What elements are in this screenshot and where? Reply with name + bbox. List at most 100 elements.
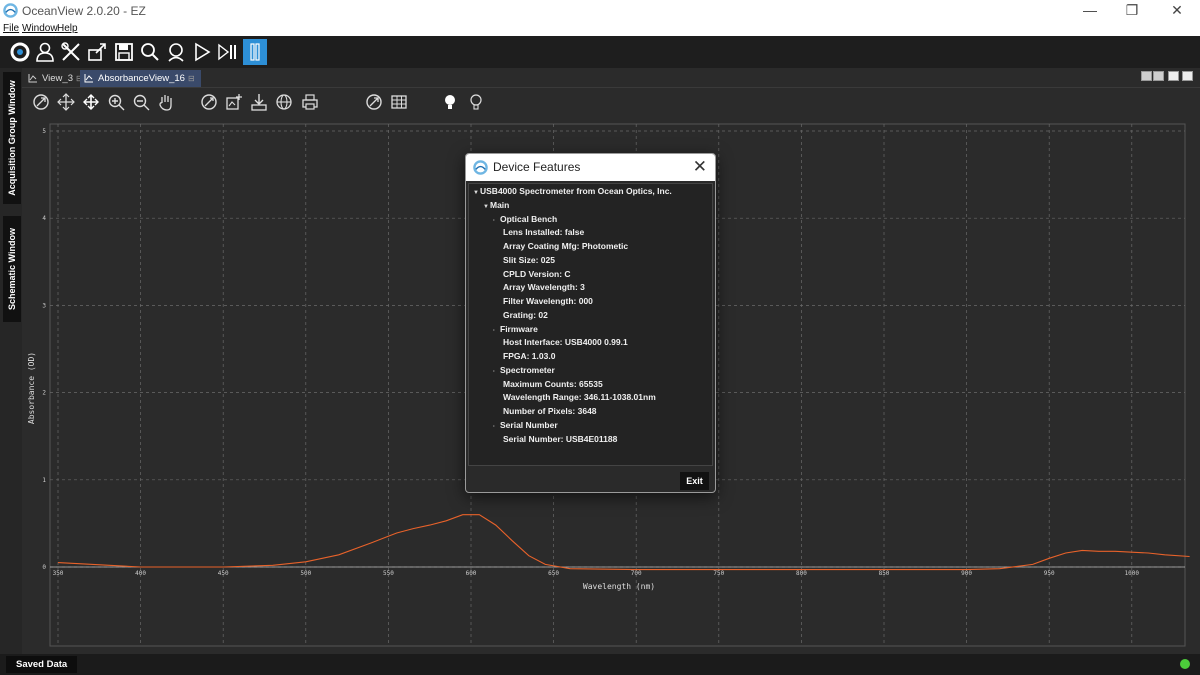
save-icon bbox=[115, 43, 133, 61]
expand-icon bbox=[366, 94, 382, 110]
acquisition-group-window-tab[interactable]: Acquisition Group Window bbox=[3, 72, 21, 204]
dialog-title: Device Features bbox=[493, 160, 581, 174]
print-icon bbox=[302, 94, 318, 110]
hands-icon bbox=[168, 43, 184, 62]
restore-view-button[interactable] bbox=[1153, 71, 1164, 81]
x-tick-label: 550 bbox=[383, 570, 394, 577]
tools-button[interactable] bbox=[59, 39, 83, 65]
data-table-button[interactable] bbox=[389, 92, 409, 112]
x-tick-label: 1000 bbox=[1125, 570, 1140, 577]
save-button[interactable] bbox=[112, 39, 136, 65]
light-off-button[interactable] bbox=[466, 92, 486, 112]
view-menu-button[interactable] bbox=[1168, 71, 1179, 81]
tree-item-label: FPGA: 1.03.0 bbox=[503, 351, 556, 361]
dialog-close-button[interactable]: ✕ bbox=[693, 157, 707, 177]
zoom-in-icon bbox=[108, 94, 125, 111]
zoom-out-button[interactable] bbox=[131, 92, 151, 112]
tree-item-label: Serial Number bbox=[500, 419, 558, 430]
tree-leaf-item: Filter Wavelength: 000 bbox=[503, 296, 593, 306]
y-axis-label: Absorbance (OD) bbox=[27, 352, 36, 424]
oceanview-home-button[interactable] bbox=[8, 39, 32, 65]
close-button[interactable]: ✕ bbox=[1155, 0, 1199, 22]
y-tick-label: 3 bbox=[42, 302, 46, 309]
expanded-arrow-icon[interactable]: · bbox=[493, 328, 500, 334]
play-pause-button[interactable] bbox=[216, 39, 240, 65]
menu-help[interactable]: Help bbox=[57, 23, 78, 34]
tree-group-item[interactable]: · Firmware bbox=[493, 324, 538, 334]
lightbulb-on-icon bbox=[445, 95, 455, 109]
feature-tree: ▼USB4000 Spectrometer from Ocean Optics,… bbox=[468, 183, 713, 466]
tree-leaf-item: FPGA: 1.03.0 bbox=[503, 351, 555, 361]
expanded-arrow-icon[interactable]: · bbox=[493, 424, 500, 430]
pan-button[interactable] bbox=[81, 92, 101, 112]
tree-group-item[interactable]: · Spectrometer bbox=[493, 365, 555, 375]
globe-button[interactable] bbox=[274, 92, 294, 112]
oceanview-home-icon bbox=[10, 42, 30, 62]
x-tick-label: 400 bbox=[135, 570, 146, 577]
fit-graph-button[interactable] bbox=[199, 92, 219, 112]
user-icon bbox=[36, 42, 54, 62]
left-sidebar: Acquisition Group Window Schematic Windo… bbox=[0, 68, 22, 655]
expand-button[interactable] bbox=[364, 92, 384, 112]
tab-view-3[interactable]: View_3⊟ bbox=[24, 70, 89, 87]
tree-item-label: USB4000 Spectrometer from Ocean Optics, … bbox=[480, 186, 672, 196]
print-button[interactable] bbox=[300, 92, 320, 112]
maximize-view-button[interactable] bbox=[1182, 71, 1193, 81]
x-tick-label: 800 bbox=[796, 570, 807, 577]
tree-group-item[interactable]: · Serial Number bbox=[493, 420, 558, 430]
oceanview-logo-icon bbox=[473, 160, 488, 175]
tree-group-item[interactable]: · Optical Bench bbox=[493, 214, 557, 224]
pan-axes-button[interactable] bbox=[56, 92, 76, 112]
expanded-arrow-icon[interactable]: · bbox=[493, 218, 500, 224]
play-button[interactable] bbox=[190, 39, 214, 65]
expanded-arrow-icon[interactable]: ▼ bbox=[483, 204, 490, 210]
menu-file[interactable]: File bbox=[3, 23, 19, 34]
menu-window[interactable]: Window bbox=[22, 23, 58, 34]
tree-leaf-item: Array Wavelength: 3 bbox=[503, 282, 585, 292]
pause-button[interactable] bbox=[243, 39, 267, 65]
tree-leaf-item: Number of Pixels: 3648 bbox=[503, 406, 597, 416]
exit-button[interactable]: Exit bbox=[680, 472, 709, 490]
tree-item-label: Serial Number: USB4E01188 bbox=[503, 433, 618, 444]
export-button[interactable] bbox=[85, 39, 109, 65]
restore-button[interactable]: ❐ bbox=[1110, 0, 1154, 22]
zoom-out-icon bbox=[133, 94, 150, 111]
x-tick-label: 600 bbox=[466, 570, 477, 577]
tree-group-item[interactable]: ▼USB4000 Spectrometer from Ocean Optics,… bbox=[473, 186, 672, 196]
hand-pan-button[interactable] bbox=[156, 92, 176, 112]
add-graph-button[interactable] bbox=[224, 92, 244, 112]
zoom-in-button[interactable] bbox=[106, 92, 126, 112]
x-tick-label: 500 bbox=[300, 570, 311, 577]
y-tick-label: 5 bbox=[42, 128, 46, 135]
autoscale-button[interactable] bbox=[31, 92, 51, 112]
search-icon bbox=[141, 43, 159, 61]
fit-graph-icon bbox=[201, 94, 217, 110]
view-tab-bar: View_3⊟ AbsorbanceView_16⊟ bbox=[22, 68, 1200, 88]
tree-group-item[interactable]: ▼Main bbox=[483, 200, 509, 210]
search-button[interactable] bbox=[138, 39, 162, 65]
schematic-window-tab[interactable]: Schematic Window bbox=[3, 216, 21, 322]
add-graph-icon bbox=[226, 94, 242, 110]
minimize-view-button[interactable] bbox=[1141, 71, 1152, 81]
tree-leaf-item: Serial Number: USB4E01188 bbox=[503, 434, 617, 444]
x-axis-label: Wavelength (nm) bbox=[583, 582, 655, 591]
hand-icon bbox=[159, 95, 172, 111]
user-button[interactable] bbox=[33, 39, 57, 65]
menu-bar: File Window Help bbox=[0, 22, 1200, 36]
hands-button[interactable] bbox=[164, 39, 188, 65]
tree-item-label: Maximum Counts: 65535 bbox=[503, 378, 603, 389]
tab-absorbance-close-icon[interactable]: ⊟ bbox=[188, 74, 195, 83]
light-on-button[interactable] bbox=[440, 92, 460, 112]
minimize-button[interactable]: — bbox=[1068, 0, 1112, 22]
tab-absorbance-view-16[interactable]: AbsorbanceView_16 ⊟ bbox=[80, 70, 201, 87]
tree-item-label: CPLD Version: C bbox=[503, 268, 571, 279]
y-tick-label: 1 bbox=[42, 477, 46, 484]
saved-data-tab[interactable]: Saved Data bbox=[6, 656, 78, 673]
x-tick-label: 350 bbox=[53, 570, 64, 577]
expanded-arrow-icon[interactable]: ▼ bbox=[473, 190, 480, 196]
main-toolbar bbox=[0, 36, 1200, 68]
tree-leaf-item: Host Interface: USB4000 0.99.1 bbox=[503, 337, 628, 347]
expanded-arrow-icon[interactable]: · bbox=[493, 369, 500, 375]
download-button[interactable] bbox=[249, 92, 269, 112]
chart-tab-icon bbox=[28, 74, 37, 83]
